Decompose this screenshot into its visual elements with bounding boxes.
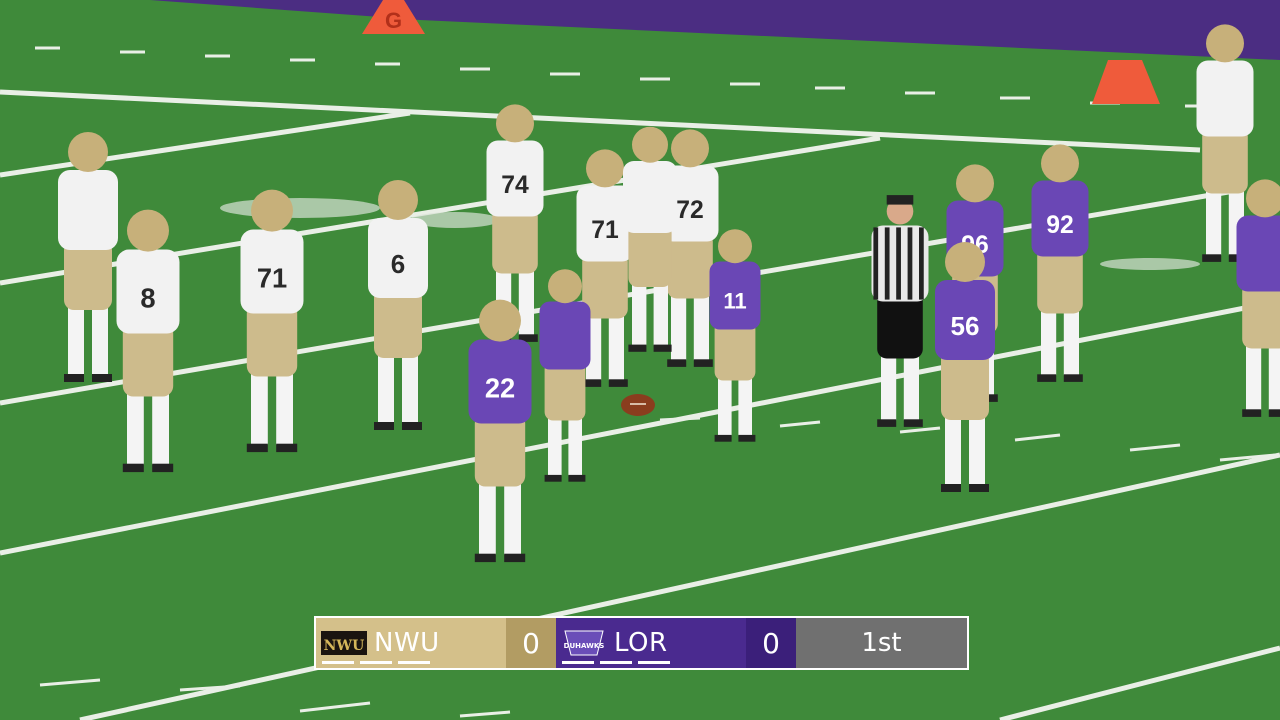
svg-text:G: G [385, 8, 402, 33]
home-timeouts [322, 661, 430, 664]
home-timeout-indicator [398, 661, 430, 664]
football [621, 394, 655, 416]
jersey-number: 72 [676, 197, 703, 224]
home-timeout-indicator [360, 661, 392, 664]
game-period: 1st [861, 628, 902, 658]
away-team-abbr: LOR [614, 628, 668, 658]
away-timeout-indicator [638, 661, 670, 664]
jersey-number: 22 [485, 372, 515, 403]
score-bug: NWU NWU 0 DUHAWKS LOR 0 1st [314, 616, 969, 670]
broadcast-frame: G 87167471722211969256 NWU NWU [0, 0, 1280, 720]
jersey-number: 74 [501, 172, 529, 199]
jersey-number: 56 [951, 311, 980, 341]
jersey-number: 8 [140, 282, 155, 313]
jersey-number: 11 [723, 288, 746, 313]
away-timeout-indicator [600, 661, 632, 664]
jersey-number: 71 [257, 262, 287, 293]
away-team-logo: DUHAWKS [560, 625, 608, 661]
turf [0, 0, 1280, 720]
svg-text:DUHAWKS: DUHAWKS [564, 642, 605, 650]
home-team-panel: NWU NWU [316, 618, 506, 668]
jersey-number: 6 [391, 249, 405, 279]
home-score: 0 [522, 626, 540, 660]
jersey-number: 71 [591, 217, 619, 244]
home-score-box: 0 [506, 618, 556, 668]
away-timeouts [562, 661, 670, 664]
home-team-abbr: NWU [374, 628, 440, 658]
away-score-box: 0 [746, 618, 796, 668]
away-timeout-indicator [562, 661, 594, 664]
svg-text:NWU: NWU [324, 638, 365, 654]
football-field-scene: G 87167471722211969256 [0, 0, 1280, 720]
jersey-number: 92 [1046, 212, 1073, 239]
home-timeout-indicator [322, 661, 354, 664]
period-box: 1st [796, 618, 967, 668]
away-score: 0 [762, 626, 780, 660]
home-team-logo: NWU [320, 625, 368, 661]
away-team-panel: DUHAWKS LOR [556, 618, 746, 668]
